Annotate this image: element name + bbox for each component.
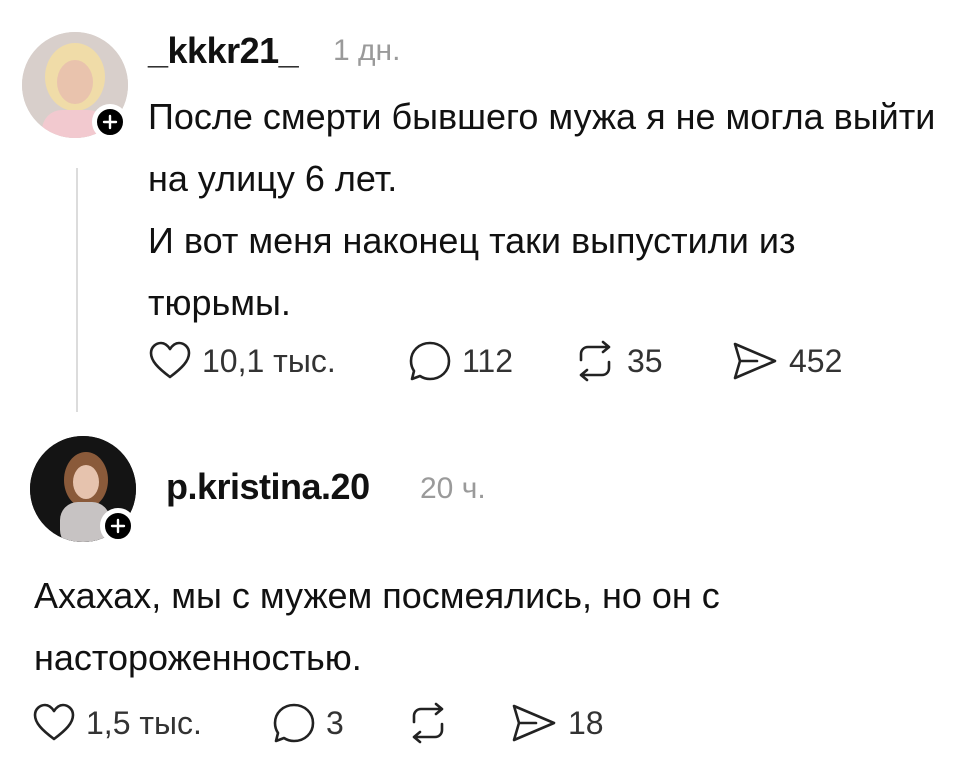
comment-button[interactable]: 3: [272, 702, 406, 744]
like-button[interactable]: 1,5 тыс.: [32, 703, 272, 743]
repost-icon: [412, 702, 444, 744]
comment-count: 3: [326, 704, 344, 741]
follow-button[interactable]: [92, 104, 128, 140]
repost-count: 35: [627, 342, 663, 379]
post-text: После смерти бывшего мужа я не могла вый…: [148, 86, 948, 334]
reply-time: 20 ч.: [420, 472, 486, 505]
repost-icon: [579, 340, 611, 382]
comment-count: 112: [462, 342, 514, 379]
reply-username[interactable]: p.kristina.20: [166, 466, 370, 508]
follow-button[interactable]: [100, 508, 136, 544]
share-count: 18: [568, 704, 604, 741]
post-paragraph: После смерти бывшего мужа я не могла вый…: [148, 96, 936, 199]
like-button[interactable]: 10,1 тыс.: [148, 341, 408, 381]
heart-icon: [33, 703, 75, 741]
reply-text: Ахахах, мы с мужем посмеялись, но он с н…: [34, 575, 720, 678]
repost-button[interactable]: [406, 702, 510, 744]
reply-text-block: Ахахах, мы с мужем посмеялись, но он с н…: [34, 565, 854, 689]
post-time: 1 дн.: [333, 34, 401, 67]
repost-button[interactable]: 35: [573, 340, 731, 382]
like-count: 1,5 тыс.: [86, 704, 202, 741]
like-count: 10,1 тыс.: [202, 342, 336, 379]
thread-line: [76, 168, 78, 412]
comment-button[interactable]: 112: [408, 340, 573, 382]
comment-icon: [409, 341, 451, 381]
share-icon: [512, 704, 556, 742]
share-button[interactable]: 18: [510, 702, 630, 744]
plus-icon: [102, 114, 118, 130]
heart-icon: [149, 341, 191, 379]
reply-actions: 1,5 тыс. 3 18: [32, 702, 630, 744]
post-paragraph: И вот меня наконец таки выпустили из тюр…: [148, 220, 796, 323]
post-username[interactable]: _kkkr21_: [148, 30, 299, 72]
comment-icon: [273, 703, 315, 743]
share-icon: [733, 342, 777, 380]
plus-icon: [110, 518, 126, 534]
post-actions: 10,1 тыс. 112 35 452: [148, 340, 871, 382]
share-count: 452: [789, 342, 843, 379]
share-button[interactable]: 452: [731, 340, 871, 382]
